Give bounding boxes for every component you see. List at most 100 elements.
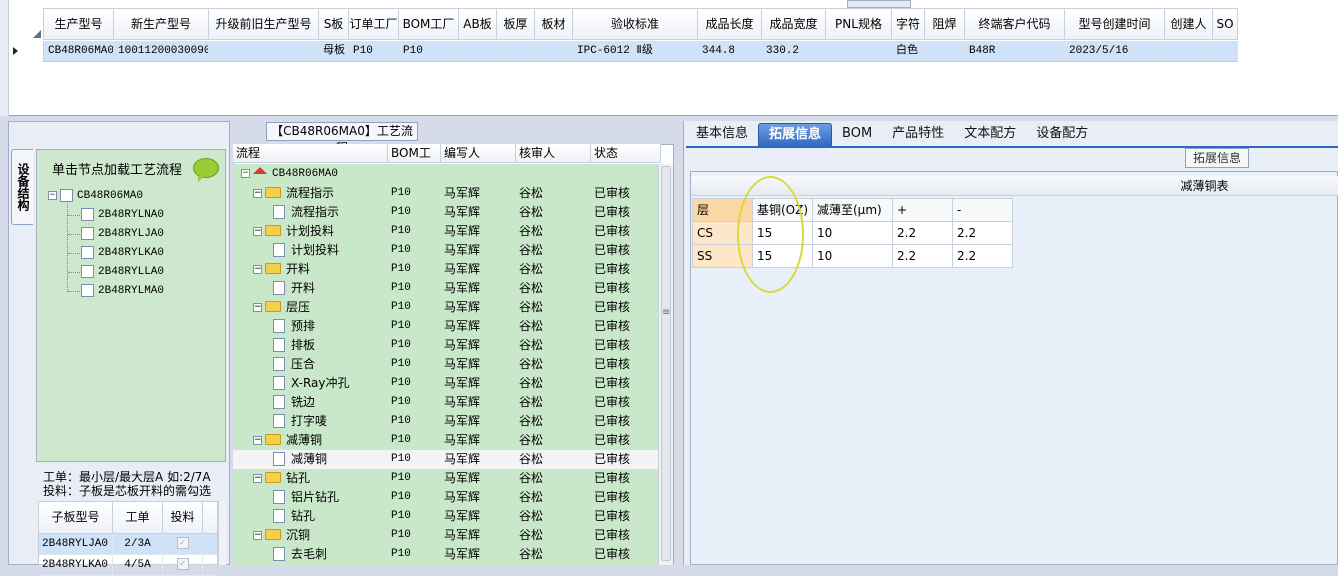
col-bom-factory[interactable]: BOM工厂 — [388, 144, 441, 178]
process-row[interactable]: 压合 P10 马军辉 谷松 已审核 — [233, 355, 658, 374]
process-row[interactable]: − 开料 P10 马军辉 谷松 已审核 — [233, 260, 658, 279]
col-writer[interactable]: 编写人 — [441, 144, 516, 162]
collapse-icon[interactable]: − — [253, 189, 262, 198]
table-row[interactable]: CB48R06MA0 10011200030090 母板 P10 P10 IPC-6012… — [44, 41, 1238, 62]
tab-5[interactable]: 设备配方 — [1026, 123, 1098, 147]
cell-writer: 马军辉 — [444, 186, 481, 200]
col-header[interactable]: 新生产型号 — [114, 9, 209, 39]
col-header[interactable]: 创建人 — [1165, 9, 1213, 39]
tab-3[interactable]: 产品特性 — [882, 123, 954, 147]
process-row[interactable]: 流程指示 P10 马军辉 谷松 已审核 — [233, 203, 658, 222]
col-header[interactable]: AB板 — [459, 9, 497, 39]
collapse-icon[interactable]: − — [253, 265, 262, 274]
process-row[interactable]: − 沉铜 P10 马军辉 谷松 已审核 — [233, 526, 658, 545]
process-row[interactable]: 钻孔 P10 马军辉 谷松 已审核 — [233, 507, 658, 526]
col-status[interactable]: 状态 — [591, 144, 661, 162]
col-header[interactable]: 验收标准 — [573, 9, 698, 39]
col-header[interactable]: 订单工厂 — [349, 9, 399, 39]
process-root-row[interactable]: − CB48R06MA0 — [233, 165, 658, 184]
collapse-icon[interactable]: − — [48, 190, 57, 200]
process-row[interactable]: 铝片钻孔 P10 马军辉 谷松 已审核 — [233, 488, 658, 507]
thinning-cell[interactable]: 10 — [813, 222, 893, 245]
scrollbar-thumb[interactable] — [661, 166, 671, 561]
thinning-cell[interactable]: 2.2 — [893, 222, 953, 245]
col-header[interactable]: 字符 — [892, 9, 925, 39]
thinning-cell[interactable]: 2.2 — [953, 222, 1013, 245]
process-row[interactable]: 去毛刺 P10 马军辉 谷松 已审核 — [233, 545, 658, 564]
tree-child-node[interactable]: 2B48RYLJA0 — [81, 225, 221, 243]
col-header[interactable]: 成品宽度 — [762, 9, 826, 39]
process-row[interactable]: − 层压 P10 马军辉 谷松 已审核 — [233, 298, 658, 317]
process-row[interactable]: − 流程指示 P10 马军辉 谷松 已审核 — [233, 184, 658, 203]
document-icon — [273, 337, 285, 352]
collapse-icon[interactable]: − — [253, 227, 262, 236]
row-indicator[interactable] — [9, 41, 44, 62]
tree-child-node[interactable]: 2B48RYLKA0 — [81, 244, 221, 262]
grid-corner[interactable] — [9, 8, 44, 40]
process-row[interactable]: 减薄铜 P10 马军辉 谷松 已审核 — [233, 450, 658, 469]
col-header[interactable]: 成品长度 — [698, 9, 762, 39]
col-header[interactable]: 型号创建时间 — [1065, 9, 1165, 39]
process-row[interactable]: 预排 P10 马军辉 谷松 已审核 — [233, 317, 658, 336]
feeding-checkbox[interactable]: ✓ — [176, 558, 189, 571]
process-row[interactable]: − 计划投料 P10 马军辉 谷松 已审核 — [233, 222, 658, 241]
top-splitter-handle[interactable] — [847, 0, 911, 8]
col-header[interactable]: S板 — [319, 9, 349, 39]
process-name: 流程指示 — [286, 186, 335, 200]
tree-root-node[interactable]: − CB48R06MA0 — [48, 187, 218, 205]
col-header[interactable]: 升级前旧生产型号 — [209, 9, 319, 39]
vertical-splitter[interactable] — [676, 121, 683, 565]
process-row[interactable]: 铣边 P10 马军辉 谷松 已审核 — [233, 393, 658, 412]
thinning-cell[interactable]: 2.2 — [893, 245, 953, 268]
thinning-col-header[interactable]: - — [953, 199, 1013, 222]
tab-0[interactable]: 基本信息 — [686, 123, 758, 147]
col-header[interactable]: BOM工厂 — [399, 9, 459, 39]
col-header[interactable]: 板材 — [535, 9, 573, 39]
table-row[interactable]: 2B48RYLJA0 2/3A ✓ — [39, 534, 217, 555]
collapse-icon[interactable]: − — [253, 474, 262, 483]
col-feeding[interactable]: 投料 — [163, 502, 203, 533]
col-header[interactable]: SO — [1213, 9, 1238, 39]
table-row[interactable]: 2B48RYLKA0 4/5A ✓ — [39, 555, 217, 576]
tab-2[interactable]: BOM — [832, 123, 882, 147]
product-grid-header: 生产型号 新生产型号 升级前旧生产型号 S板 订单工厂 BOM工厂 AB板 板厚 板材 验收标准成… — [44, 8, 1238, 40]
collapse-icon[interactable]: − — [253, 303, 262, 312]
thinning-cell[interactable]: 2.2 — [953, 245, 1013, 268]
tree-child-node[interactable]: 2B48RYLLA0 — [81, 263, 221, 281]
thinning-col-header[interactable]: + — [893, 199, 953, 222]
col-header[interactable]: PNL规格 — [826, 9, 892, 39]
tab-4[interactable]: 文本配方 — [954, 123, 1026, 147]
tab-equipment-structure[interactable]: 设备结构 — [11, 149, 33, 225]
collapse-icon[interactable]: − — [241, 168, 250, 178]
process-row[interactable]: 打字唛 P10 马军辉 谷松 已审核 — [233, 412, 658, 431]
process-row[interactable]: − 钻孔 P10 马军辉 谷松 已审核 — [233, 469, 658, 488]
tab-1[interactable]: 拓展信息 — [758, 123, 833, 147]
feeding-checkbox[interactable]: ✓ — [176, 537, 189, 550]
col-sub-board-model[interactable]: 子板型号 — [39, 502, 113, 533]
chat-bubble-icon[interactable] — [193, 158, 219, 182]
col-workorder[interactable]: 工单 — [113, 502, 163, 533]
cell-bom-factory: P10 — [391, 320, 411, 332]
col-process[interactable]: 流程 — [233, 144, 388, 162]
col-reviewer[interactable]: 核审人 — [516, 144, 591, 162]
process-row[interactable]: X-Ray冲孔 P10 马军辉 谷松 已审核 — [233, 374, 658, 393]
process-row[interactable]: 排板 P10 马军辉 谷松 已审核 — [233, 336, 658, 355]
thinning-cell[interactable]: 10 — [813, 245, 893, 268]
col-header[interactable]: 终端客户代码 — [965, 9, 1065, 39]
collapse-icon[interactable]: − — [253, 531, 262, 540]
col-header[interactable]: 生产型号 — [44, 9, 114, 39]
collapse-icon[interactable]: − — [253, 436, 262, 445]
thinning-col-header[interactable]: 减薄至(μm) — [813, 199, 893, 222]
folder-icon — [265, 434, 281, 445]
process-row[interactable]: − 减薄铜 P10 马军辉 谷松 已审核 — [233, 431, 658, 450]
process-row[interactable]: 计划投料 P10 马军辉 谷松 已审核 — [233, 241, 658, 260]
col-header[interactable]: 阻焊 — [925, 9, 965, 39]
process-grid-scrollbar[interactable] — [658, 164, 673, 565]
sub-grid-scrollbar[interactable] — [218, 501, 226, 565]
col-header[interactable]: 板厚 — [497, 9, 535, 39]
process-row[interactable]: 开料 P10 马军辉 谷松 已审核 — [233, 279, 658, 298]
cell-reviewer: 谷松 — [519, 281, 544, 295]
tree-child-node[interactable]: 2B48RYLMA0 — [81, 282, 221, 300]
cell-status: 已审核 — [594, 528, 631, 542]
tree-child-node[interactable]: 2B48RYLNA0 — [81, 206, 221, 224]
